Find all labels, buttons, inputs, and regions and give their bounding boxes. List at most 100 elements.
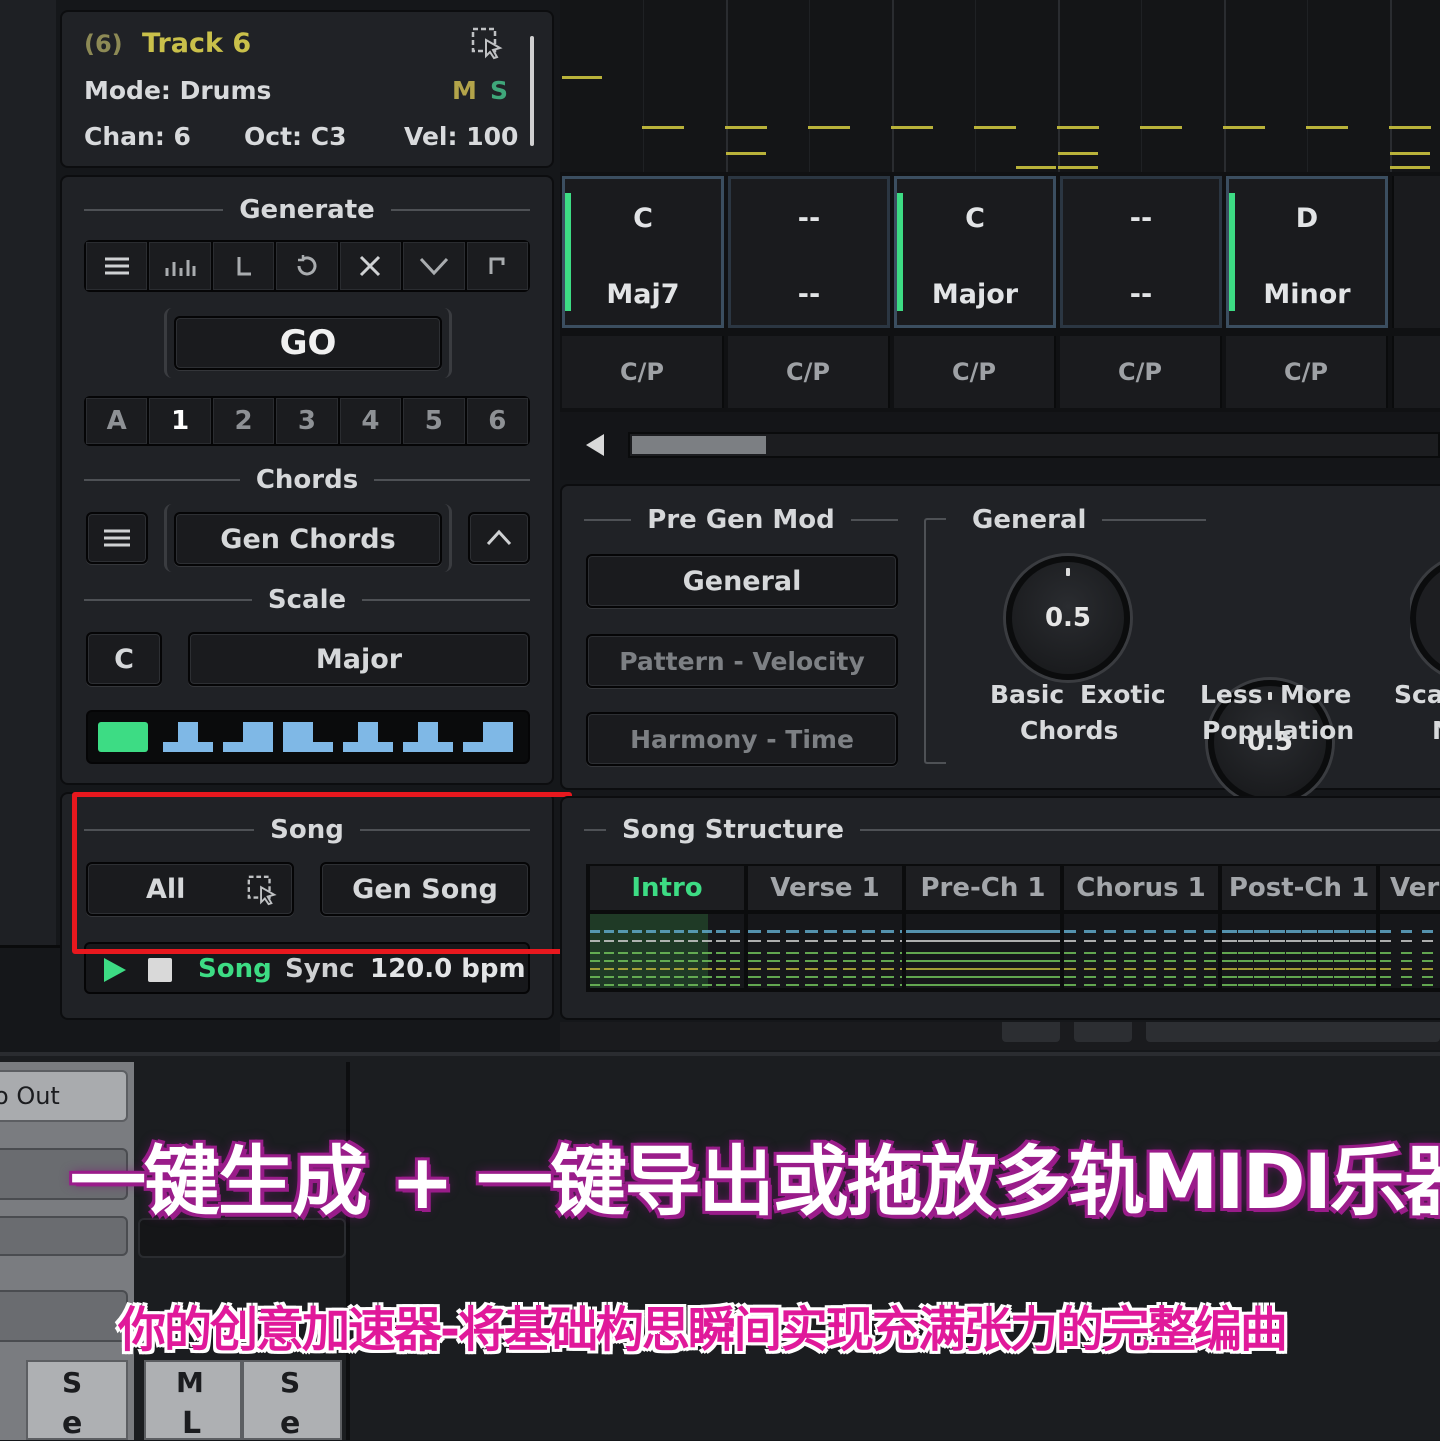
daw-slot[interactable] bbox=[0, 1290, 128, 1342]
song-section-tab[interactable]: Post-Ch 1 bbox=[1222, 866, 1376, 910]
variation-4[interactable]: 4 bbox=[339, 398, 402, 444]
cp-row-partial bbox=[1392, 336, 1440, 408]
scale-root-select[interactable]: C bbox=[86, 632, 162, 686]
pregen-general-button[interactable]: General bbox=[586, 554, 898, 608]
knob-min-label: Basic bbox=[990, 680, 1065, 709]
knob-min-label: Less bbox=[1200, 680, 1263, 709]
scale-key-1 bbox=[98, 722, 148, 752]
pregen-harmony-time-button[interactable]: Harmony - Time bbox=[586, 712, 898, 766]
chord-root: C bbox=[633, 203, 653, 234]
chord-slot[interactable]: D Minor bbox=[1226, 176, 1388, 328]
go-button[interactable]: GO bbox=[174, 316, 442, 370]
drag-export-icon[interactable] bbox=[470, 26, 504, 60]
general-section-title: General bbox=[956, 502, 1206, 538]
midi-note bbox=[1140, 126, 1182, 129]
scale-knob-partial[interactable] bbox=[1410, 556, 1440, 680]
scale-degree-keys[interactable] bbox=[86, 710, 530, 764]
corner-arrow-icon[interactable] bbox=[466, 242, 528, 290]
copy-paste-button[interactable]: C/P bbox=[1226, 336, 1388, 408]
song-section-tab[interactable]: Chorus 1 bbox=[1064, 866, 1218, 910]
variation-6[interactable]: 6 bbox=[466, 398, 528, 444]
solo-button[interactable]: S bbox=[490, 76, 508, 105]
midi-note bbox=[808, 126, 850, 129]
song-section-tab[interactable]: Pre-Ch 1 bbox=[906, 866, 1060, 910]
chord-slot[interactable]: C Maj7 bbox=[562, 176, 724, 328]
chord-root: -- bbox=[1129, 203, 1153, 234]
chord-slot[interactable]: -- -- bbox=[1060, 176, 1222, 328]
scale-key-3 bbox=[223, 722, 273, 752]
song-sections: Intro Verse 1 Pre-Ch 1 Chorus 1 Post-Ch 1 Ver bbox=[586, 864, 1440, 992]
track-name[interactable]: Track 6 bbox=[142, 28, 251, 59]
daw-toolbar-btn[interactable] bbox=[1074, 1022, 1132, 1042]
mute-button[interactable]: M bbox=[452, 76, 477, 105]
song-section-preview[interactable] bbox=[1380, 914, 1440, 988]
copy-paste-button[interactable]: C/P bbox=[1060, 336, 1222, 408]
song-section-preview[interactable] bbox=[906, 914, 1060, 988]
scale-key-2 bbox=[163, 722, 213, 752]
highlight-box bbox=[72, 792, 572, 954]
loop-icon[interactable] bbox=[276, 242, 338, 290]
chevron-down-icon[interactable] bbox=[403, 242, 465, 290]
bpm-display[interactable]: 120.0 bpm bbox=[370, 954, 526, 984]
bars-icon[interactable] bbox=[149, 242, 211, 290]
chord-slot-partial bbox=[1392, 176, 1440, 328]
banner-headline: 一键生成 + 一键导出或拖放多轨MIDI乐器 bbox=[70, 1137, 1440, 1226]
song-section-preview[interactable] bbox=[1222, 914, 1376, 988]
variation-selector: A123456 bbox=[84, 396, 530, 446]
track-scrollbar[interactable] bbox=[530, 36, 534, 146]
chord-slot[interactable]: C Major bbox=[894, 176, 1056, 328]
knob-max-label: More bbox=[1280, 680, 1352, 709]
song-section-preview[interactable] bbox=[1064, 914, 1218, 988]
midi-note bbox=[974, 126, 1016, 129]
note-lane[interactable] bbox=[560, 0, 1440, 172]
song-structure-title: Song Structure bbox=[584, 812, 1440, 848]
song-section-tab[interactable]: Ver bbox=[1380, 866, 1440, 910]
scale-type-select[interactable]: Major bbox=[188, 632, 530, 686]
menu-icon[interactable] bbox=[86, 242, 148, 290]
variation-a[interactable]: A bbox=[86, 398, 148, 444]
copy-paste-button[interactable]: C/P bbox=[728, 336, 890, 408]
chevron-up-icon bbox=[486, 529, 512, 546]
song-play-mode[interactable]: Song bbox=[198, 954, 272, 984]
menu-icon bbox=[104, 529, 130, 547]
stop-icon[interactable] bbox=[148, 958, 172, 982]
variation-2[interactable]: 2 bbox=[212, 398, 275, 444]
legato-icon[interactable] bbox=[212, 242, 275, 290]
knob-caption: Population bbox=[1202, 716, 1355, 745]
variation-3[interactable]: 3 bbox=[276, 398, 338, 444]
chords-collapse-button[interactable] bbox=[468, 512, 530, 564]
copy-paste-button[interactable]: C/P bbox=[894, 336, 1056, 408]
gen-chords-button[interactable]: Gen Chords bbox=[174, 512, 442, 566]
midi-note bbox=[1390, 152, 1430, 155]
output-select[interactable]: o Out bbox=[0, 1070, 128, 1122]
chord-root: C bbox=[965, 203, 985, 234]
song-section-preview[interactable] bbox=[748, 914, 902, 988]
song-section-preview[interactable] bbox=[590, 914, 744, 988]
scroll-left-icon[interactable] bbox=[582, 432, 608, 458]
chord-slot[interactable]: -- -- bbox=[728, 176, 890, 328]
variation-5[interactable]: 5 bbox=[403, 398, 465, 444]
song-section-tab[interactable]: Intro bbox=[590, 866, 744, 910]
chords-menu-button[interactable] bbox=[86, 512, 148, 564]
chords-complexity-knob[interactable]: 0.5 bbox=[1006, 556, 1130, 680]
clear-icon[interactable] bbox=[339, 242, 402, 290]
midi-note bbox=[1389, 126, 1431, 129]
song-section-tab[interactable]: Verse 1 bbox=[748, 866, 902, 910]
daw-toolbar-btn[interactable] bbox=[1146, 1022, 1440, 1042]
chord-scrollbar-thumb[interactable] bbox=[632, 436, 766, 454]
chord-root: D bbox=[1295, 203, 1319, 234]
pregen-pattern-velocity-button[interactable]: Pattern - Velocity bbox=[586, 634, 898, 688]
daw-toolbar-btn[interactable] bbox=[1002, 1022, 1060, 1042]
daw-column-divider bbox=[346, 1062, 350, 1440]
play-icon[interactable] bbox=[100, 956, 128, 984]
daw-left-strip bbox=[0, 0, 56, 945]
track-header[interactable]: (6) Track 6 Mode: Drums M S Chan: 6 Oct:… bbox=[60, 10, 554, 168]
variation-1[interactable]: 1 bbox=[149, 398, 211, 444]
general-bracket bbox=[924, 518, 946, 764]
sync-toggle[interactable]: Sync bbox=[285, 954, 355, 984]
daw-left-divider bbox=[0, 945, 60, 948]
copy-paste-button[interactable]: C/P bbox=[562, 336, 724, 408]
daw-solo-label: S bbox=[62, 1366, 83, 1399]
midi-note bbox=[1390, 166, 1430, 169]
scale-key-4 bbox=[283, 722, 333, 752]
